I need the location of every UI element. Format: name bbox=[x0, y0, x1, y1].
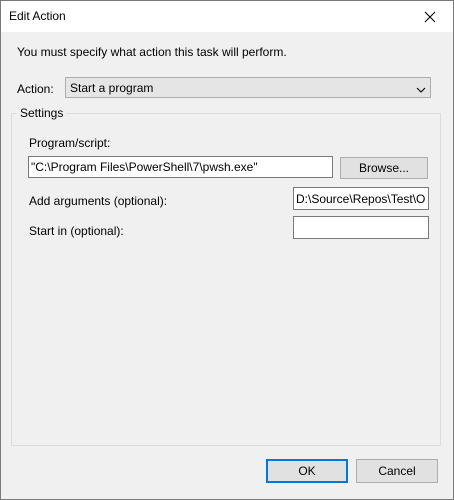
instruction-text: You must specify what action this task w… bbox=[17, 45, 287, 59]
browse-button[interactable]: Browse... bbox=[340, 157, 428, 179]
ok-button[interactable]: OK bbox=[266, 459, 348, 483]
program-script-label: Program/script: bbox=[29, 136, 111, 150]
add-arguments-input[interactable] bbox=[293, 187, 429, 210]
start-in-label: Start in (optional): bbox=[29, 224, 124, 238]
action-dropdown[interactable]: Start a program bbox=[65, 77, 431, 98]
close-button[interactable] bbox=[407, 1, 453, 32]
edit-action-dialog: Edit Action You must specify what action… bbox=[0, 0, 454, 500]
settings-legend: Settings bbox=[17, 106, 67, 120]
chevron-down-icon bbox=[416, 83, 426, 97]
program-script-input[interactable] bbox=[28, 156, 333, 178]
action-dropdown-value: Start a program bbox=[70, 81, 154, 95]
title-bar: Edit Action bbox=[1, 1, 453, 32]
cancel-button[interactable]: Cancel bbox=[356, 459, 438, 483]
close-icon bbox=[424, 11, 436, 23]
start-in-input[interactable] bbox=[293, 216, 429, 239]
action-label: Action: bbox=[17, 82, 54, 96]
window-title: Edit Action bbox=[9, 9, 66, 23]
add-arguments-label: Add arguments (optional): bbox=[29, 194, 168, 208]
